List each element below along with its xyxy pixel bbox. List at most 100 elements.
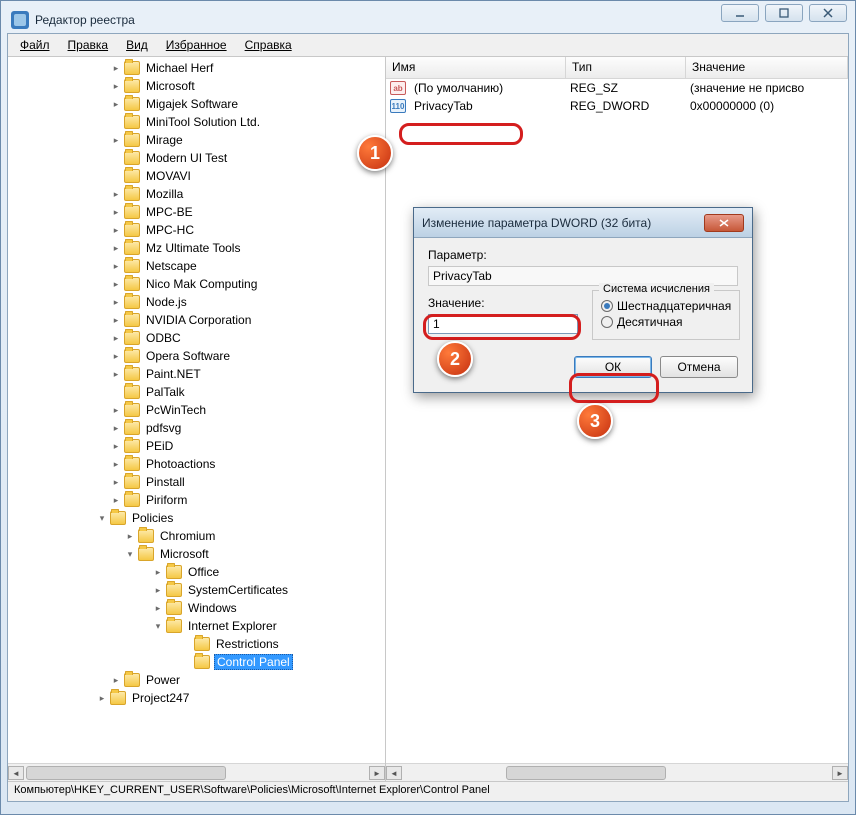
expand-closed-icon[interactable]: ▸	[110, 260, 122, 272]
tree-hscroll[interactable]: ◄ ►	[8, 763, 385, 781]
expand-open-icon[interactable]: ▾	[124, 548, 136, 560]
expand-closed-icon[interactable]: ▸	[110, 674, 122, 686]
value-input[interactable]	[428, 314, 578, 334]
expand-closed-icon[interactable]: ▸	[110, 440, 122, 452]
expand-closed-icon[interactable]: ▸	[110, 368, 122, 380]
tree-item[interactable]: ▸Project247	[10, 689, 385, 707]
menu-file[interactable]: Файл	[12, 36, 58, 54]
ok-button[interactable]: ОК	[574, 356, 652, 378]
expand-closed-icon[interactable]: ▸	[110, 188, 122, 200]
folder-icon	[124, 313, 140, 327]
expand-open-icon[interactable]: ▾	[96, 512, 108, 524]
tree-item[interactable]: ▸ODBC	[10, 329, 385, 347]
tree-item[interactable]: ▸MPC-HC	[10, 221, 385, 239]
expand-closed-icon[interactable]: ▸	[152, 566, 164, 578]
expand-closed-icon[interactable]: ▸	[124, 530, 136, 542]
list-row[interactable]: ab(По умолчанию)REG_SZ(значение не присв…	[386, 79, 848, 97]
radio-hex[interactable]: Шестнадцатеричная	[601, 299, 731, 313]
expand-closed-icon[interactable]: ▸	[110, 350, 122, 362]
menu-view[interactable]: Вид	[118, 36, 156, 54]
tree-item[interactable]: ▸Chromium	[10, 527, 385, 545]
expand-closed-icon[interactable]: ▸	[110, 332, 122, 344]
expand-closed-icon[interactable]: ▸	[96, 692, 108, 704]
tree-item[interactable]: ▸Windows	[10, 599, 385, 617]
string-value-icon: ab	[390, 81, 406, 95]
tree-item[interactable]: ▸Piriform	[10, 491, 385, 509]
list-body[interactable]: ab(По умолчанию)REG_SZ(значение не присв…	[386, 79, 848, 763]
expand-closed-icon[interactable]: ▸	[110, 80, 122, 92]
tree-item[interactable]: ▸PEiD	[10, 437, 385, 455]
dialog-close-button[interactable]	[704, 214, 744, 232]
tree-item[interactable]: ▸Pinstall	[10, 473, 385, 491]
expand-closed-icon[interactable]: ▸	[110, 494, 122, 506]
tree-item[interactable]: ▾Microsoft	[10, 545, 385, 563]
expand-closed-icon[interactable]: ▸	[152, 602, 164, 614]
expand-closed-icon[interactable]: ▸	[152, 584, 164, 596]
expand-closed-icon[interactable]: ▸	[110, 296, 122, 308]
expand-closed-icon[interactable]: ▸	[110, 476, 122, 488]
tree-item[interactable]: ▸Nico Mak Computing	[10, 275, 385, 293]
minimize-button[interactable]	[721, 4, 759, 22]
expand-closed-icon[interactable]: ▸	[110, 278, 122, 290]
expand-closed-icon[interactable]: ▸	[110, 458, 122, 470]
tree-item[interactable]: ▸Netscape	[10, 257, 385, 275]
list-hscroll[interactable]: ◄ ►	[386, 763, 848, 781]
tree-item[interactable]: ▾Policies	[10, 509, 385, 527]
tree-item[interactable]: PalTalk	[10, 383, 385, 401]
tree-item[interactable]: ▸SystemCertificates	[10, 581, 385, 599]
tree-item[interactable]: ▸Michael Herf	[10, 59, 385, 77]
tree-item[interactable]: ▸Node.js	[10, 293, 385, 311]
expand-closed-icon[interactable]: ▸	[110, 224, 122, 236]
folder-icon	[138, 547, 154, 561]
registry-tree[interactable]: ▸Michael Herf▸Microsoft▸Migajek Software…	[8, 57, 385, 763]
radio-dec[interactable]: Десятичная	[601, 315, 731, 329]
tree-item[interactable]: ▾Internet Explorer	[10, 617, 385, 635]
radio-dec-input[interactable]	[601, 316, 613, 328]
tree-item[interactable]: ▸MPC-BE	[10, 203, 385, 221]
cancel-button[interactable]: Отмена	[660, 356, 738, 378]
list-row[interactable]: 110PrivacyTabREG_DWORD0x00000000 (0)	[386, 97, 848, 115]
list-header[interactable]: Имя Тип Значение	[386, 57, 848, 79]
tree-item[interactable]: MOVAVI	[10, 167, 385, 185]
tree-item[interactable]: Restrictions	[10, 635, 385, 653]
tree-item[interactable]: ▸Paint.NET	[10, 365, 385, 383]
expand-closed-icon[interactable]: ▸	[110, 206, 122, 218]
tree-item[interactable]: MiniTool Solution Ltd.	[10, 113, 385, 131]
expand-closed-icon[interactable]: ▸	[110, 404, 122, 416]
tree-item[interactable]: Modern UI Test	[10, 149, 385, 167]
tree-item[interactable]: ▸pdfsvg	[10, 419, 385, 437]
tree-item[interactable]: ▸Mozilla	[10, 185, 385, 203]
tree-item[interactable]: ▸Photoactions	[10, 455, 385, 473]
expand-closed-icon[interactable]: ▸	[110, 62, 122, 74]
tree-item[interactable]: ▸NVIDIA Corporation	[10, 311, 385, 329]
col-value[interactable]: Значение	[686, 57, 848, 78]
tree-item[interactable]: ▸Office	[10, 563, 385, 581]
maximize-button[interactable]	[765, 4, 803, 22]
tree-item[interactable]: ▸Migajek Software	[10, 95, 385, 113]
dialog-titlebar[interactable]: Изменение параметра DWORD (32 бита)	[414, 208, 752, 238]
expand-closed-icon[interactable]: ▸	[110, 314, 122, 326]
tree-item[interactable]: ▸Opera Software	[10, 347, 385, 365]
expand-open-icon[interactable]: ▾	[152, 620, 164, 632]
expand-closed-icon[interactable]: ▸	[110, 422, 122, 434]
tree-item[interactable]: ▸Power	[10, 671, 385, 689]
tree-item[interactable]: ▸Mz Ultimate Tools	[10, 239, 385, 257]
expand-none	[110, 152, 122, 164]
menu-favorites[interactable]: Избранное	[158, 36, 235, 54]
client-area: Файл Правка Вид Избранное Справка ▸Micha…	[7, 33, 849, 802]
expand-closed-icon[interactable]: ▸	[110, 134, 122, 146]
close-button[interactable]	[809, 4, 847, 22]
tree-item[interactable]: ▸Microsoft	[10, 77, 385, 95]
tree-item[interactable]: Control Panel	[10, 653, 385, 671]
expand-closed-icon[interactable]: ▸	[110, 242, 122, 254]
titlebar[interactable]: Редактор реестра	[7, 7, 849, 33]
radio-hex-input[interactable]	[601, 300, 613, 312]
menu-edit[interactable]: Правка	[60, 36, 117, 54]
expand-closed-icon[interactable]: ▸	[110, 98, 122, 110]
tree-item[interactable]: ▸Mirage	[10, 131, 385, 149]
col-type[interactable]: Тип	[566, 57, 686, 78]
menu-help[interactable]: Справка	[237, 36, 300, 54]
folder-icon	[124, 457, 140, 471]
tree-item[interactable]: ▸PcWinTech	[10, 401, 385, 419]
col-name[interactable]: Имя	[386, 57, 566, 78]
